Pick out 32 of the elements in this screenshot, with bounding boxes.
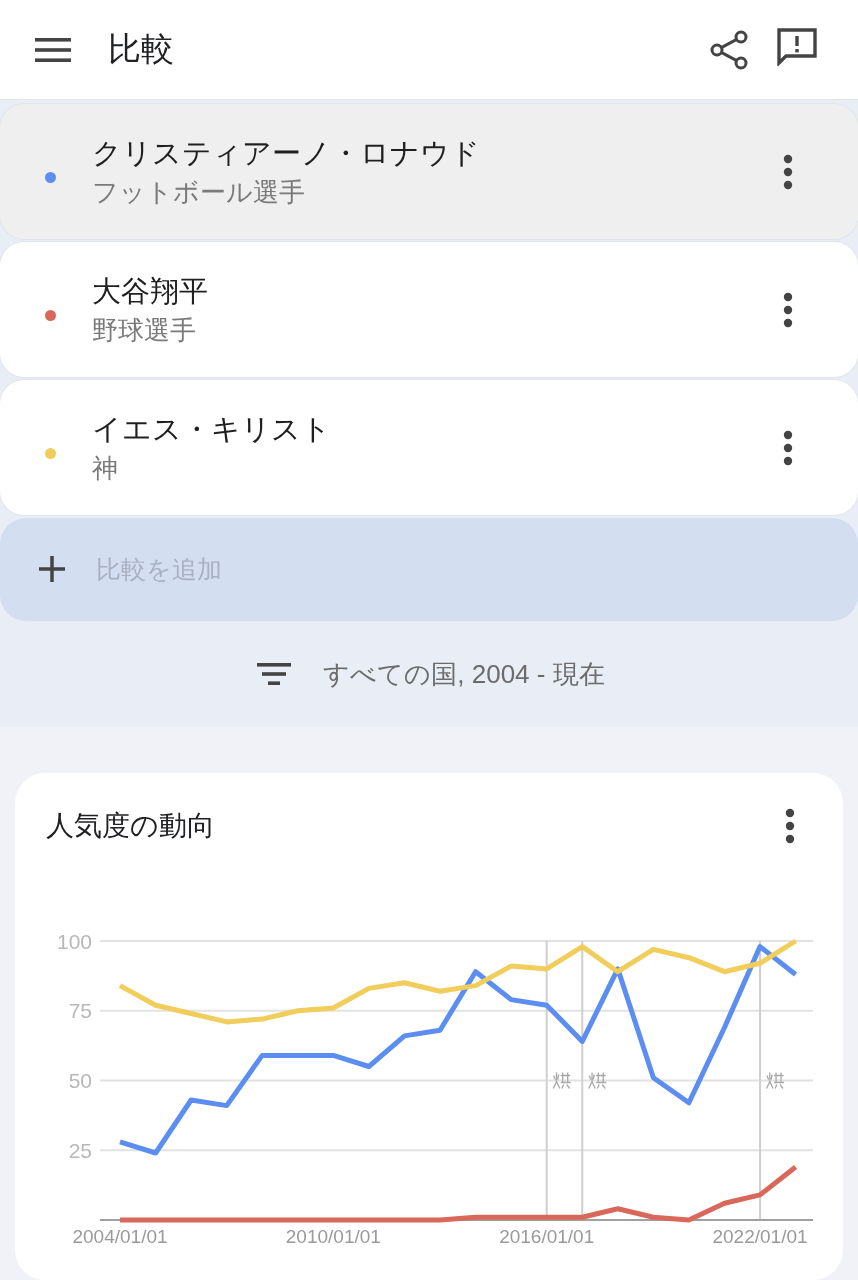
term-category: 神 xyxy=(92,451,118,485)
term-name: クリスティアーノ・ロナウド xyxy=(92,135,480,171)
y-axis-label: 100 xyxy=(56,929,92,953)
term-category: フットボール選手 xyxy=(92,175,305,209)
menu-icon[interactable] xyxy=(35,37,71,62)
x-axis-label: 2016/01/01 xyxy=(499,1226,595,1247)
plus-icon xyxy=(39,556,65,582)
y-axis-label: 75 xyxy=(68,999,92,1023)
share-icon[interactable] xyxy=(710,29,748,70)
term-card[interactable]: 大谷翔平 野球選手 xyxy=(0,242,858,377)
x-axis-label: 2022/01/01 xyxy=(712,1226,808,1247)
note-marker-icon[interactable] xyxy=(765,1071,785,1090)
term-category: 野球選手 xyxy=(92,313,196,347)
x-axis-label: 2010/01/01 xyxy=(285,1226,381,1247)
term-card[interactable]: イエス・キリスト 神 xyxy=(0,380,858,515)
term-name: 大谷翔平 xyxy=(92,273,208,309)
feedback-icon[interactable] xyxy=(777,27,817,66)
filter-button[interactable]: すべての国, 2004 - 現在 xyxy=(257,656,605,692)
term-card[interactable]: クリスティアーノ・ロナウド フットボール選手 xyxy=(0,104,858,239)
x-axis-label: 2004/01/01 xyxy=(72,1226,168,1247)
more-options-icon[interactable] xyxy=(785,808,795,844)
note-marker-icon[interactable] xyxy=(588,1071,607,1090)
y-axis-label: 50 xyxy=(68,1069,92,1092)
more-options-icon[interactable] xyxy=(783,153,793,190)
chart-title: 人気度の動向 xyxy=(46,809,215,843)
more-options-icon[interactable] xyxy=(783,291,793,328)
y-axis-label: 25 xyxy=(68,1138,92,1162)
page-title: 比較 xyxy=(108,29,174,69)
filter-icon xyxy=(257,663,292,685)
more-options-icon[interactable] xyxy=(783,429,793,466)
term-name: イエス・キリスト xyxy=(92,411,331,447)
note-marker-icon[interactable] xyxy=(552,1071,572,1090)
